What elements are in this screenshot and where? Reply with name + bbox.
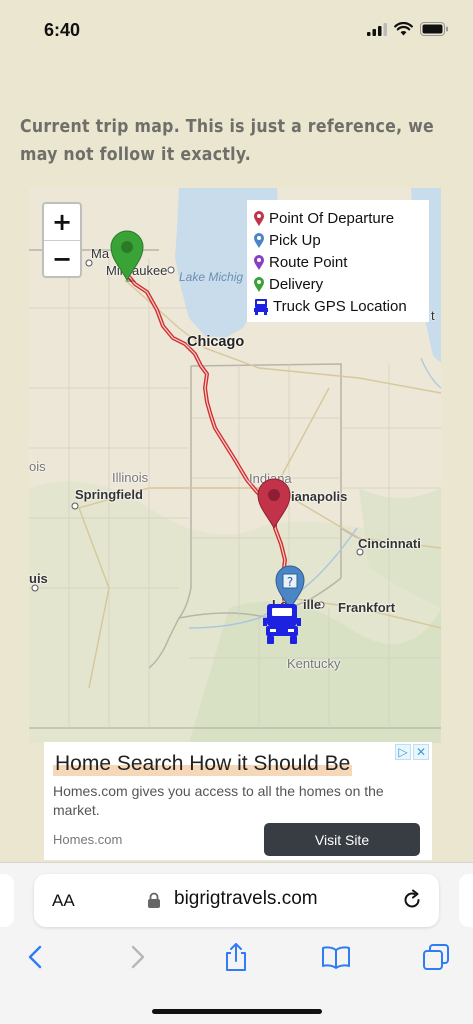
ad-choices[interactable]: ▷ ✕ (395, 744, 429, 760)
browser-chrome: AA bigrigtravels.com (0, 862, 473, 1024)
reload-icon[interactable] (401, 889, 423, 911)
state-label-illinois: Illinois (112, 470, 149, 485)
map-zoom-control: + − (42, 202, 82, 278)
previous-tab-preview[interactable] (0, 874, 14, 927)
state-label-kentucky: Kentucky (287, 656, 341, 671)
legend-item-pickup: Pick Up (253, 229, 423, 251)
pickup-pin-icon (254, 232, 264, 248)
browser-toolbar (0, 940, 473, 976)
address-bar[interactable]: AA bigrigtravels.com (34, 874, 439, 927)
visit-site-button[interactable]: Visit Site (264, 823, 420, 856)
status-bar: 6:40 (0, 0, 473, 60)
legend-label-delivery: Delivery (269, 275, 324, 293)
battery-icon (420, 22, 448, 36)
zoom-in-button[interactable]: + (44, 204, 80, 240)
status-icons (367, 22, 449, 36)
ad-close-icon[interactable]: ✕ (413, 744, 429, 760)
city-label-indianapolis: ianapolis (291, 489, 348, 504)
city-label-cincinnati: Cincinnati (358, 536, 421, 551)
departure-pin-icon (254, 210, 264, 226)
tabs-icon (423, 944, 449, 970)
city-label-left-edge-2: uis (29, 571, 48, 586)
departure-marker-icon[interactable] (256, 478, 292, 530)
ad-title[interactable]: Home Search How it Should Be (53, 752, 353, 776)
reader-options-button[interactable]: AA (52, 891, 75, 911)
svg-text:?: ? (287, 575, 293, 589)
chevron-right-icon (131, 945, 145, 969)
city-label-springfield: Springfield (75, 487, 143, 502)
legend-label-route-point: Route Point (269, 253, 348, 271)
legend-item-route-point: Route Point (253, 251, 423, 273)
route-point-pin-icon (254, 254, 264, 270)
legend-item-delivery: Delivery (253, 273, 423, 295)
zoom-out-button[interactable]: − (44, 240, 80, 276)
truck-gps-marker-icon[interactable] (263, 602, 301, 646)
legend-item-truck: Truck GPS Location (253, 295, 423, 317)
home-indicator (152, 1009, 322, 1014)
advertisement[interactable]: Home Search How it Should Be Homes.com g… (44, 742, 432, 860)
bookmarks-button[interactable] (321, 942, 351, 972)
ad-description: Homes.com gives you access to all the ho… (53, 783, 384, 818)
cellular-signal-icon (367, 22, 387, 36)
adchoices-icon[interactable]: ▷ (395, 744, 411, 760)
back-button[interactable] (20, 942, 50, 972)
city-label-right-edge: t (431, 308, 435, 323)
chevron-left-icon (28, 945, 42, 969)
status-time: 6:40 (44, 20, 81, 40)
trip-map[interactable]: Lake Michig Ma Milwaukee Chicago Illinoi… (29, 188, 441, 743)
truck-icon (254, 298, 268, 315)
map-legend: Point Of Departure Pick Up Route Point D… (247, 200, 429, 322)
forward-button[interactable] (123, 942, 153, 972)
share-button[interactable] (221, 942, 251, 972)
delivery-pin-icon (254, 276, 264, 292)
lock-icon (148, 892, 160, 908)
next-tab-preview[interactable] (459, 874, 473, 927)
share-icon (226, 943, 246, 971)
city-label-frankfort: Frankfort (338, 600, 396, 615)
book-icon (322, 946, 350, 969)
delivery-marker-icon[interactable] (109, 230, 145, 282)
city-label-madison: Ma (91, 246, 110, 261)
legend-label-departure: Point Of Departure (269, 209, 395, 227)
ad-source: Homes.com (53, 832, 123, 847)
legend-label-truck: Truck GPS Location (273, 297, 407, 315)
lake-michigan-label: Lake Michig (179, 270, 244, 284)
wifi-icon (394, 22, 413, 36)
city-label-chicago: Chicago (187, 334, 245, 350)
city-label-left-edge-1: ois (29, 459, 46, 474)
legend-item-departure: Point Of Departure (253, 207, 423, 229)
legend-label-pickup: Pick Up (269, 231, 321, 249)
url-text[interactable]: bigrigtravels.com (174, 888, 318, 910)
tabs-button[interactable] (421, 942, 451, 972)
trip-map-caption: Current trip map. This is just a referen… (20, 117, 435, 165)
